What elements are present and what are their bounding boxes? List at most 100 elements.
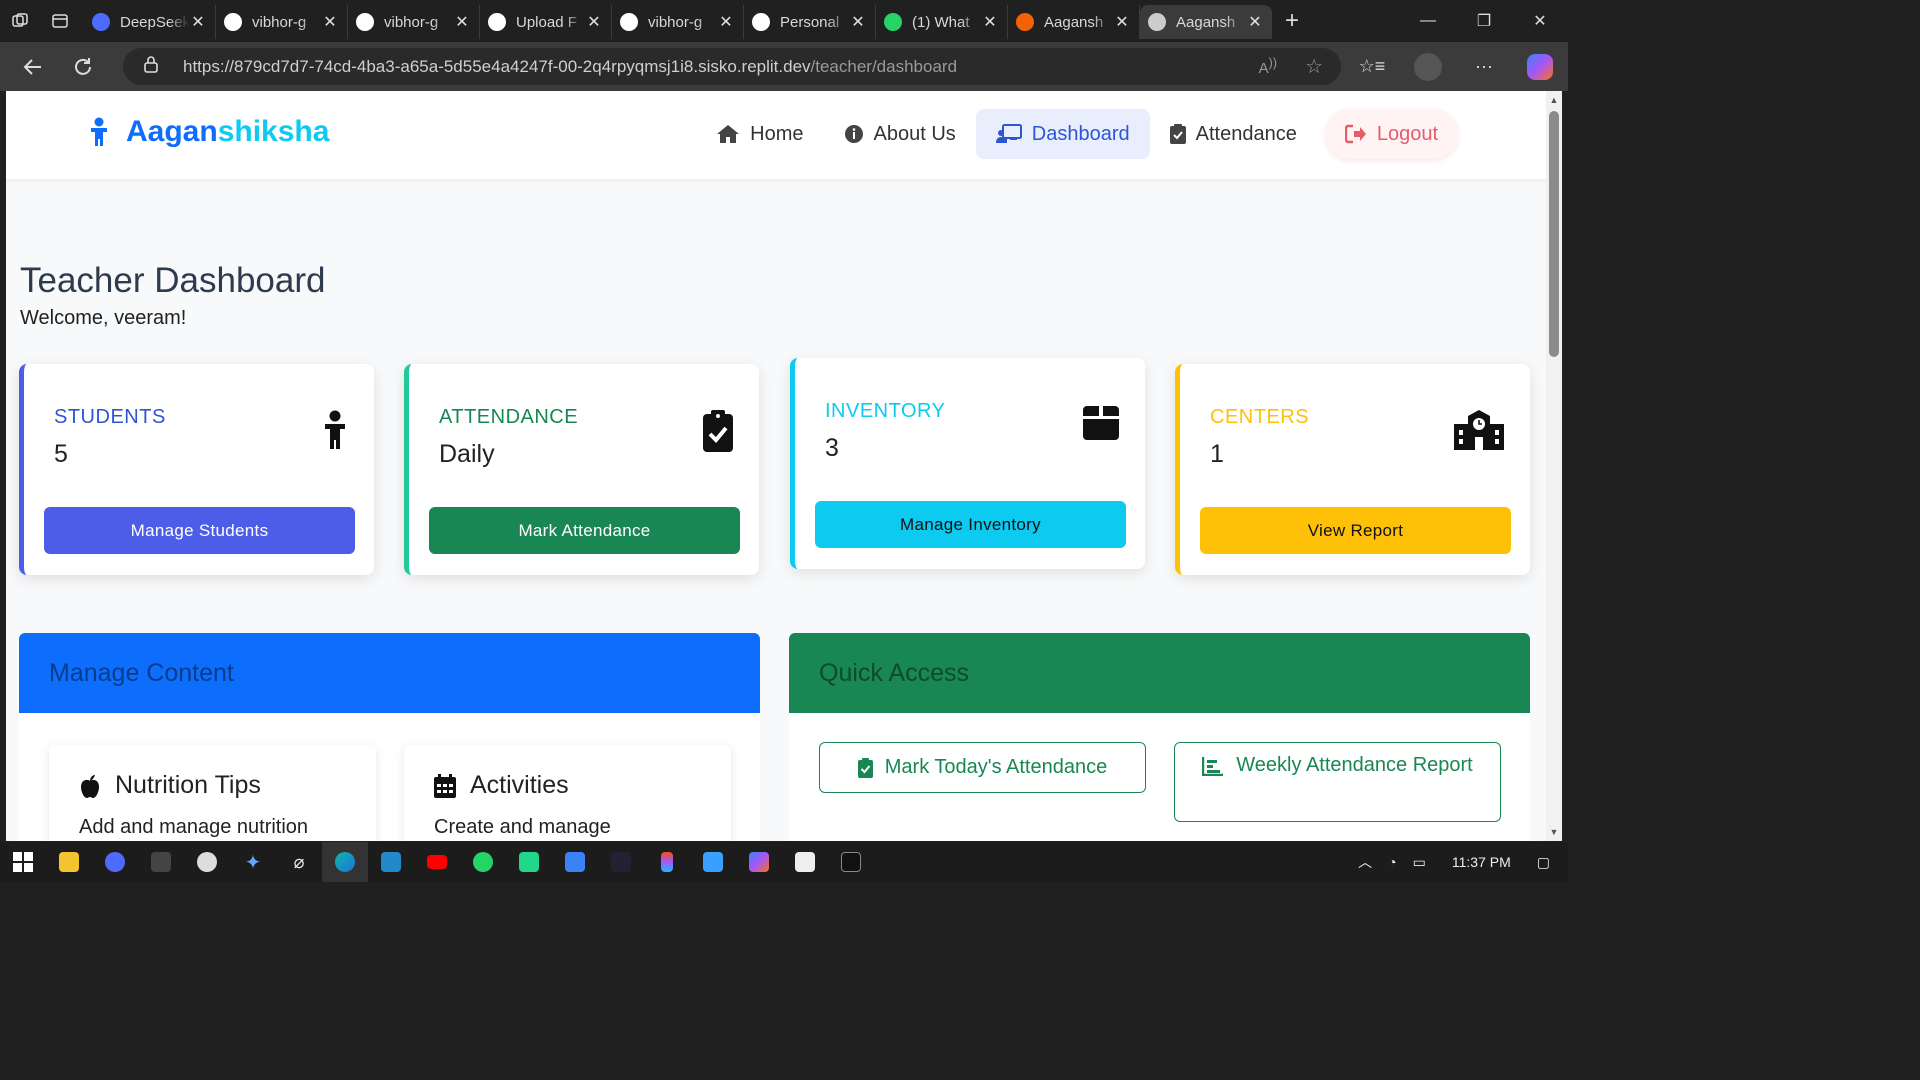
child-icon	[325, 410, 345, 449]
close-tab-icon[interactable]: ✕	[321, 12, 339, 32]
nav-about[interactable]: About Us	[824, 109, 976, 159]
manage-inventory-button[interactable]: Manage Inventory	[815, 501, 1126, 548]
clock-time[interactable]: 11:37 PM	[1452, 854, 1511, 870]
nutrition-tips-desc: Add and manage nutrition	[79, 816, 309, 838]
whatsapp-icon	[884, 13, 902, 31]
site-navbar: Aagan shiksha Home About Us Dashboard Att…	[6, 91, 1546, 179]
read-aloud-icon[interactable]: A))	[1259, 56, 1277, 77]
browser-tab[interactable]: Upload F ✕	[480, 5, 612, 39]
minimize-button[interactable]: —	[1400, 0, 1456, 42]
close-tab-icon[interactable]: ✕	[189, 12, 207, 32]
attendance-value: Daily	[439, 440, 495, 468]
app-icon[interactable]	[552, 842, 598, 882]
brand-part1: Aagan	[126, 115, 218, 148]
whatsapp-icon[interactable]	[460, 842, 506, 882]
nav-home[interactable]: Home	[696, 109, 823, 159]
edge-icon[interactable]	[322, 842, 368, 882]
app-icon[interactable]	[598, 842, 644, 882]
nav-attendance[interactable]: Attendance	[1150, 109, 1317, 159]
scroll-up-arrow-icon[interactable]: ▲	[1549, 95, 1559, 105]
manage-students-button[interactable]: Manage Students	[44, 507, 355, 554]
chart-bar-icon	[1202, 757, 1224, 776]
file-explorer-icon[interactable]	[46, 842, 92, 882]
app-icon[interactable]	[138, 842, 184, 882]
browser-tab-title: vibhor-g	[648, 13, 703, 31]
deepseek-app-icon[interactable]	[92, 842, 138, 882]
lock-icon[interactable]	[143, 55, 183, 78]
close-tab-icon[interactable]: ✕	[717, 12, 735, 32]
favorite-star-icon[interactable]: ☆	[1305, 54, 1323, 79]
profile-avatar[interactable]	[1400, 52, 1456, 81]
deepseek-icon	[92, 13, 110, 31]
start-icon[interactable]	[0, 842, 46, 882]
workspaces-icon[interactable]	[0, 0, 40, 42]
browser-tab[interactable]: Personal ✕	[744, 5, 876, 39]
clipboard-check-icon	[857, 757, 873, 778]
youtube-icon[interactable]	[414, 842, 460, 882]
centers-label: CENTERS	[1210, 406, 1310, 428]
close-tab-icon[interactable]: ✕	[1113, 12, 1131, 32]
browser-tab[interactable]: vibhor-g ✕	[348, 5, 480, 39]
browser-tab[interactable]: vibhor-g ✕	[216, 5, 348, 39]
browser-tab[interactable]: Aagansh ✕	[1008, 5, 1140, 39]
weekly-attendance-report-button[interactable]: Weekly Attendance Report	[1174, 742, 1501, 822]
scrollbar-thumb[interactable]	[1549, 111, 1559, 357]
chatgpt-icon[interactable]	[184, 842, 230, 882]
favorites-icon[interactable]: ☆≡	[1344, 56, 1400, 77]
browser-tab-title: (1) What	[912, 13, 970, 31]
battery-icon[interactable]: ▭	[1413, 854, 1426, 871]
close-tab-icon[interactable]: ✕	[981, 12, 999, 32]
centers-card: CENTERS 1 View Report	[1175, 364, 1530, 575]
browser-tab[interactable]: Aagansh ✕	[1140, 5, 1272, 39]
pycharm-icon[interactable]	[506, 842, 552, 882]
notifications-icon[interactable]: ▢	[1537, 854, 1550, 871]
nav-dashboard[interactable]: Dashboard	[975, 109, 1150, 159]
perplexity-icon[interactable]: ⌀	[276, 842, 322, 882]
refresh-icon[interactable]	[58, 56, 108, 78]
close-tab-icon[interactable]: ✕	[453, 12, 471, 32]
copilot-app-icon[interactable]	[736, 842, 782, 882]
nutrition-tips-card[interactable]: Nutrition Tips Add and manage nutrition	[49, 745, 376, 841]
nav-home-label: Home	[750, 122, 804, 145]
scroll-down-arrow-icon[interactable]: ▼	[1549, 827, 1559, 837]
attendance-card: ATTENDANCE Daily Mark Attendance	[404, 364, 759, 575]
close-tab-icon[interactable]: ✕	[849, 12, 867, 32]
manage-content-header: Manage Content	[19, 633, 760, 713]
calendar-icon	[434, 773, 456, 798]
gemini-icon[interactable]: ✦	[230, 842, 276, 882]
close-tab-icon[interactable]: ✕	[1246, 12, 1264, 32]
address-input[interactable]: https://879cd7d7-74cd-4ba3-a65a-5d55e4a4…	[123, 48, 1341, 85]
tray-chevron-icon[interactable]: ︿	[1358, 852, 1372, 872]
activities-card[interactable]: Activities Create and manage	[404, 745, 731, 841]
browser-tab[interactable]: DeepSeek ✕	[84, 5, 216, 39]
copilot-icon[interactable]	[1512, 53, 1568, 80]
clipboard-check-icon	[1169, 124, 1186, 144]
manage-content-panel: Manage Content Nutrition Tips Add and ma…	[19, 633, 760, 841]
globe-icon	[1148, 13, 1166, 31]
tab-actions-icon[interactable]	[40, 0, 80, 42]
activities-desc: Create and manage	[434, 816, 611, 838]
wifi-icon[interactable]: ◔	[1388, 854, 1396, 870]
close-tab-icon[interactable]: ✕	[585, 12, 603, 32]
more-options-icon[interactable]: ···	[1456, 56, 1512, 77]
mark-attendance-button[interactable]: Mark Attendance	[429, 507, 740, 554]
terminal-icon[interactable]	[828, 842, 874, 882]
browser-tab[interactable]: (1) What ✕	[876, 5, 1008, 39]
close-window-button[interactable]: ✕	[1512, 0, 1568, 42]
vscode-icon[interactable]	[368, 842, 414, 882]
logout-button[interactable]: Logout	[1324, 109, 1458, 159]
restore-button[interactable]: ❐	[1456, 0, 1512, 42]
page-scrollbar[interactable]: ▲ ▼	[1546, 91, 1562, 841]
app-icon[interactable]	[782, 842, 828, 882]
github-icon	[752, 13, 770, 31]
app-icon[interactable]	[690, 842, 736, 882]
view-report-button[interactable]: View Report	[1200, 507, 1511, 554]
new-tab-button[interactable]: +	[1272, 7, 1312, 35]
nav-dashboard-label: Dashboard	[1031, 122, 1130, 145]
back-icon[interactable]	[8, 56, 58, 78]
browser-tab-title: Aagansh	[1044, 13, 1104, 31]
browser-tab[interactable]: vibhor-g ✕	[612, 5, 744, 39]
mark-todays-attendance-button[interactable]: Mark Today's Attendance	[819, 742, 1146, 793]
brand-logo[interactable]: Aagan shiksha	[88, 115, 329, 149]
figma-icon[interactable]	[644, 842, 690, 882]
